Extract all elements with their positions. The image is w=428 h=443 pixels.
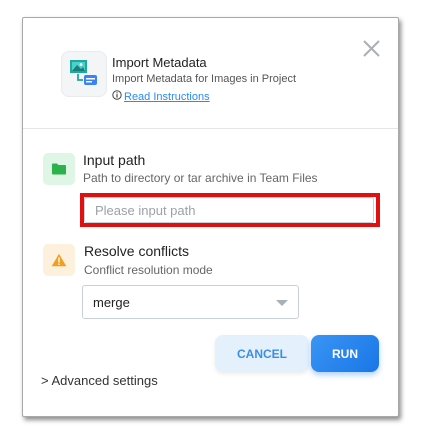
import-metadata-dialog: Import Metadata Import Metadata for Imag… xyxy=(22,17,399,417)
resolve-conflicts-title: Resolve conflicts xyxy=(84,243,190,259)
import-metadata-app-icon xyxy=(61,51,107,97)
cancel-button[interactable]: CANCEL xyxy=(215,335,309,372)
input-path-title: Input path xyxy=(83,152,146,168)
info-icon xyxy=(112,90,122,103)
divider xyxy=(23,128,398,129)
read-instructions-label[interactable]: Read Instructions xyxy=(124,91,210,103)
input-path-field[interactable] xyxy=(84,197,374,223)
conflict-mode-select[interactable]: merge xyxy=(82,285,299,319)
conflict-mode-value: merge xyxy=(93,295,130,310)
resolve-conflicts-description: Conflict resolution mode xyxy=(84,263,213,277)
run-button[interactable]: RUN xyxy=(311,335,379,372)
read-instructions-link[interactable]: Read Instructions xyxy=(112,90,210,103)
folder-icon xyxy=(43,153,75,185)
warning-icon xyxy=(43,244,75,276)
input-path-description: Path to directory or tar archive in Team… xyxy=(83,171,318,185)
advanced-settings-toggle[interactable]: > Advanced settings xyxy=(41,373,158,388)
app-description: Import Metadata for Images in Project xyxy=(112,73,297,85)
app-title: Import Metadata xyxy=(112,55,207,70)
chevron-down-icon xyxy=(276,300,288,306)
close-icon[interactable] xyxy=(362,39,381,58)
